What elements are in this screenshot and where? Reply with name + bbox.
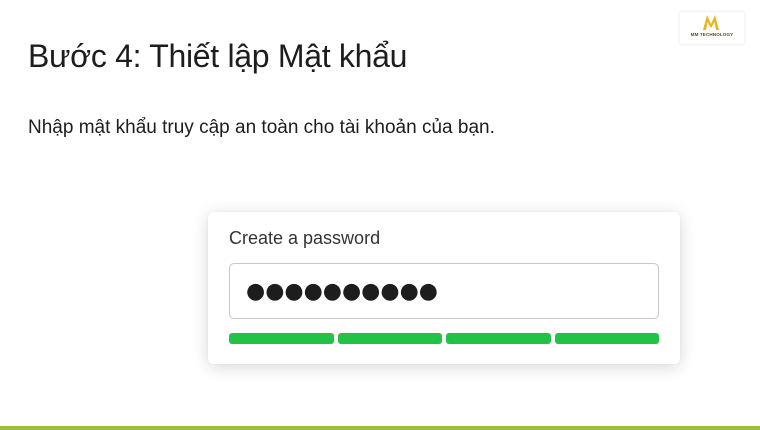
strength-segment (446, 333, 551, 344)
logo-text: MM TECHNOLOGY (690, 32, 734, 37)
strength-segment (229, 333, 334, 344)
brand-logo: MM TECHNOLOGY (680, 12, 744, 44)
strength-segment (337, 333, 442, 344)
password-input[interactable] (229, 263, 659, 319)
page-title: Bước 4: Thiết lập Mật khẩu (28, 38, 408, 74)
mm-logo-icon (703, 15, 719, 30)
password-strength-meter (229, 333, 659, 344)
password-card: Create a password (208, 212, 680, 364)
password-label: Create a password (229, 228, 381, 248)
page-subtitle: Nhập mật khẩu truy cập an toàn cho tài k… (28, 117, 495, 138)
bottom-divider-line (0, 426, 760, 430)
strength-segment (554, 333, 659, 344)
